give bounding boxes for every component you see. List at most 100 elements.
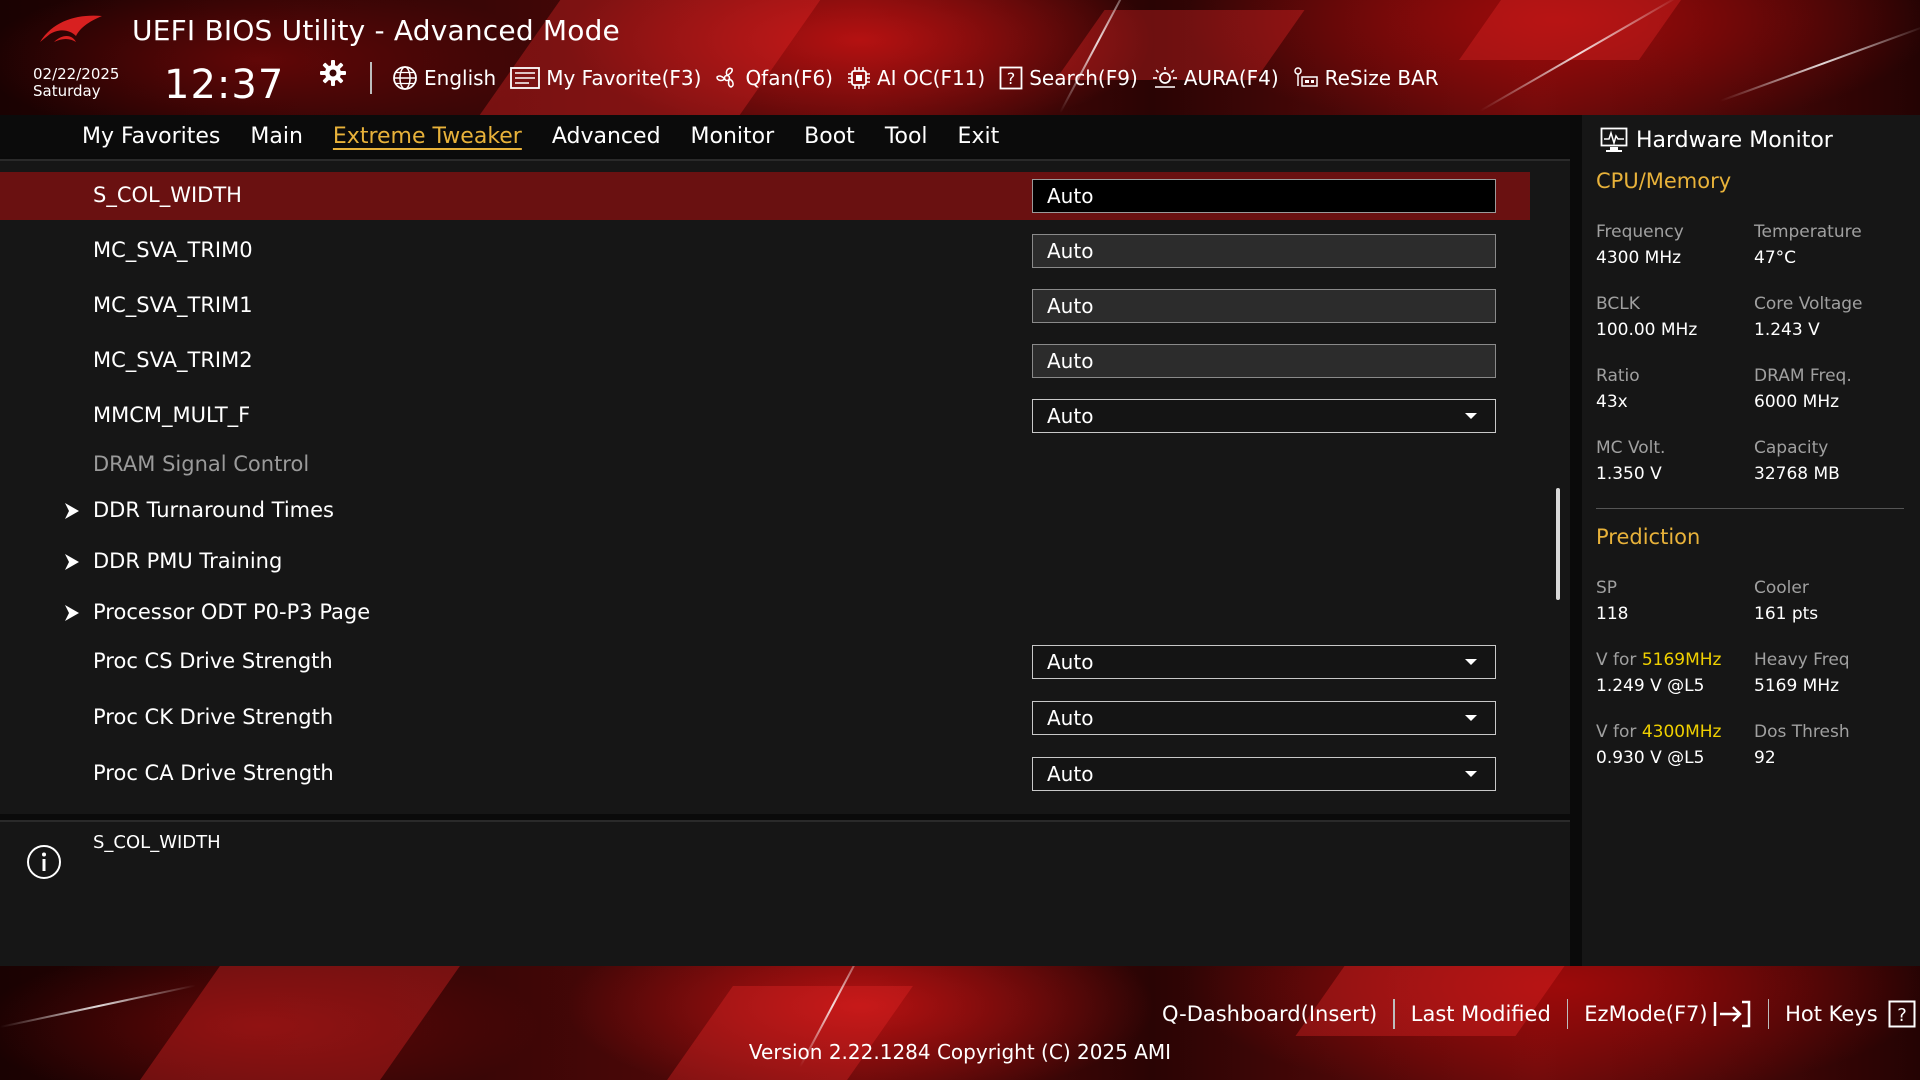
my-favorite-button[interactable]: My Favorite(F3)	[510, 66, 701, 90]
caret-down-icon	[1465, 715, 1477, 721]
hw-capacity: Capacity 32768 MB	[1754, 435, 1914, 487]
settings-scrollbar[interactable]	[1556, 488, 1560, 600]
hw-label-highlight: 5169MHz	[1641, 650, 1722, 670]
last-modified-button[interactable]: Last Modified	[1411, 1002, 1551, 1026]
setting-row-proc-ca-drive[interactable]: Proc CA Drive Strength Auto	[0, 750, 1530, 798]
hot-keys-button[interactable]: Hot Keys ?	[1785, 1000, 1916, 1028]
setting-row-mc-sva-trim2[interactable]: MC_SVA_TRIM2 Auto	[0, 337, 1530, 385]
setting-row-proc-ck-drive[interactable]: Proc CK Drive Strength Auto	[0, 694, 1530, 742]
submenu-processor-odt[interactable]: Processor ODT P0-P3 Page	[0, 589, 1530, 637]
tab-exit[interactable]: Exit	[958, 124, 1000, 149]
setting-label: MMCM_MULT_F	[93, 403, 251, 427]
hw-value: 32768 MB	[1754, 464, 1840, 484]
tab-tool[interactable]: Tool	[885, 124, 928, 149]
hw-label: Capacity	[1754, 438, 1829, 458]
clock-display: 12:37	[164, 62, 285, 108]
app-title: UEFI BIOS Utility - Advanced Mode	[132, 14, 620, 47]
hw-mc-volt: MC Volt. 1.350 V	[1596, 435, 1756, 487]
hw-label: V for 5169MHz	[1596, 647, 1756, 673]
s-col-width-field[interactable]: Auto	[1032, 179, 1496, 213]
mc-sva-trim0-field[interactable]: Auto	[1032, 234, 1496, 268]
ezmode-button[interactable]: EzMode(F7)	[1584, 1000, 1751, 1028]
dropdown-value: Auto	[1047, 762, 1094, 786]
favorite-list-icon	[510, 67, 541, 89]
hw-heavy-freq: Heavy Freq 5169 MHz	[1754, 647, 1914, 699]
resize-bar-button[interactable]: ReSize BAR	[1293, 66, 1439, 90]
language-label: English	[424, 66, 497, 90]
language-button[interactable]: English	[392, 65, 496, 91]
section-label: DRAM Signal Control	[93, 452, 310, 476]
hw-v-for-current: V for 4300MHz 0.930 V @L5	[1596, 719, 1756, 771]
hw-label-prefix: V for	[1596, 722, 1642, 742]
section-dram-signal-control: DRAM Signal Control	[0, 441, 1530, 489]
hw-label: Ratio	[1596, 366, 1640, 386]
setting-label: Proc CK Drive Strength	[93, 705, 334, 729]
help-text: S_COL_WIDTH	[93, 832, 221, 853]
proc-ck-drive-dropdown[interactable]: Auto	[1032, 701, 1496, 735]
setting-row-mc-sva-trim0[interactable]: MC_SVA_TRIM0 Auto	[0, 227, 1530, 275]
submenu-ddr-turnaround-times[interactable]: DDR Turnaround Times	[0, 487, 1530, 535]
proc-ca-drive-dropdown[interactable]: Auto	[1032, 757, 1496, 791]
proc-cs-drive-dropdown[interactable]: Auto	[1032, 645, 1496, 679]
dropdown-value: Auto	[1047, 404, 1094, 428]
hw-value: 100.00 MHz	[1596, 320, 1698, 340]
hw-label: Core Voltage	[1754, 294, 1863, 314]
submenu-label: Processor ODT P0-P3 Page	[93, 600, 371, 624]
aura-button[interactable]: AURA(F4)	[1152, 66, 1279, 90]
search-label: Search(F9)	[1029, 66, 1138, 90]
search-button[interactable]: ? Search(F9)	[999, 66, 1138, 90]
tab-advanced[interactable]: Advanced	[552, 124, 661, 149]
ai-oc-button[interactable]: AI OC(F11)	[847, 66, 985, 90]
submenu-label: DDR Turnaround Times	[93, 498, 334, 522]
chip-icon	[848, 67, 870, 89]
hw-value: 1.350 V	[1596, 464, 1662, 484]
hw-dram-freq: DRAM Freq. 6000 MHz	[1754, 363, 1914, 415]
mmcm-mult-f-dropdown[interactable]: Auto	[1032, 399, 1496, 433]
tab-main[interactable]: Main	[250, 124, 303, 149]
tab-monitor[interactable]: Monitor	[691, 124, 775, 149]
qfan-label: Qfan(F6)	[745, 66, 833, 90]
tab-boot[interactable]: Boot	[804, 124, 855, 149]
hw-section-divider	[1596, 508, 1904, 509]
chevron-right-icon	[64, 589, 80, 637]
mc-sva-trim1-field[interactable]: Auto	[1032, 289, 1496, 323]
caret-down-icon	[1465, 771, 1477, 777]
resize-bar-icon	[1293, 67, 1318, 87]
hw-value: 47°C	[1754, 248, 1797, 268]
hw-label: DRAM Freq.	[1754, 366, 1852, 386]
dropdown-value: Auto	[1047, 706, 1094, 730]
hw-label-highlight: 4300MHz	[1641, 722, 1722, 742]
setting-row-proc-cs-drive[interactable]: Proc CS Drive Strength Auto	[0, 638, 1530, 686]
setting-label: Proc CS Drive Strength	[93, 649, 333, 673]
hw-label-prefix: V for	[1596, 650, 1642, 670]
qfan-button[interactable]: Qfan(F6)	[715, 66, 833, 90]
settings-gear-icon[interactable]	[318, 58, 348, 88]
setting-row-mmcm-mult-f[interactable]: MMCM_MULT_F Auto	[0, 392, 1530, 440]
prediction-section-title: Prediction	[1596, 525, 1701, 549]
hw-ratio: Ratio 43x	[1596, 363, 1756, 415]
hw-temperature: Temperature 47°C	[1754, 219, 1914, 271]
hw-value: 6000 MHz	[1754, 392, 1840, 412]
rog-logo-icon	[40, 15, 102, 42]
chevron-right-icon	[64, 538, 80, 586]
hw-value: 118	[1596, 604, 1629, 624]
q-dashboard-button[interactable]: Q-Dashboard(Insert)	[1162, 1002, 1377, 1026]
hw-label: Heavy Freq	[1754, 650, 1850, 670]
main-tabs: My Favorites Main Extreme Tweaker Advanc…	[82, 116, 1029, 156]
tab-extreme-tweaker[interactable]: Extreme Tweaker	[333, 124, 522, 149]
monitor-icon	[1600, 127, 1628, 152]
submenu-ddr-pmu-training[interactable]: DDR PMU Training	[0, 538, 1530, 586]
hw-v-for-heavy: V for 5169MHz 1.249 V @L5	[1596, 647, 1756, 699]
setting-row-s-col-width[interactable]: S_COL_WIDTH Auto	[0, 172, 1530, 220]
tab-my-favorites[interactable]: My Favorites	[82, 124, 220, 149]
q-dashboard-label: Q-Dashboard(Insert)	[1162, 1002, 1378, 1026]
ezmode-label: EzMode(F7)	[1584, 1002, 1708, 1026]
mc-sva-trim2-field[interactable]: Auto	[1032, 344, 1496, 378]
version-text: Version 2.22.1284 Copyright (C) 2025 AMI	[748, 1040, 1172, 1064]
my-favorite-label: My Favorite(F3)	[546, 66, 702, 90]
hardware-monitor-header: Hardware Monitor	[1600, 123, 1833, 157]
hw-core-voltage: Core Voltage 1.243 V	[1754, 291, 1914, 343]
setting-row-mc-sva-trim1[interactable]: MC_SVA_TRIM1 Auto	[0, 282, 1530, 330]
chevron-right-icon	[64, 487, 80, 535]
hardware-monitor-panel: Hardware Monitor CPU/Memory Frequency 43…	[1582, 115, 1920, 966]
